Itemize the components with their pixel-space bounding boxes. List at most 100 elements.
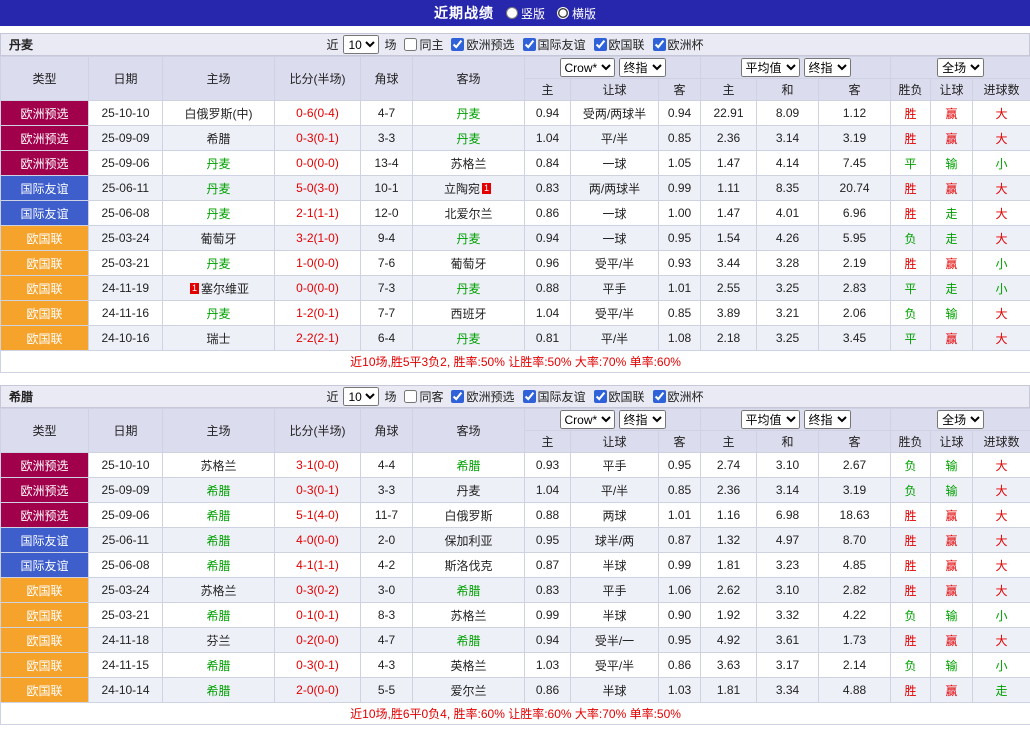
- average-odds: 2.67: [818, 452, 892, 478]
- handicap-odds: 平手: [570, 452, 659, 478]
- away-team: 苏格兰: [412, 150, 525, 176]
- average-select[interactable]: 平均值: [740, 58, 800, 77]
- away-team: 白俄罗斯: [412, 502, 525, 528]
- average-odds: 8.35: [756, 175, 820, 201]
- corners: 6-4: [360, 325, 413, 351]
- filter-checkbox-3[interactable]: 欧国联: [593, 388, 645, 405]
- filter-checkbox-input[interactable]: [652, 390, 666, 403]
- handicap-odds: 1.08: [657, 325, 702, 351]
- competition-badge: 欧洲预选: [0, 150, 89, 176]
- filter-checkbox-4[interactable]: 欧洲杯: [652, 388, 704, 405]
- result: 赢: [930, 677, 974, 703]
- average-stage-select[interactable]: 终指: [803, 58, 851, 77]
- corners: 9-4: [360, 225, 413, 251]
- match-date: 25-09-09: [88, 477, 163, 503]
- away-team: 保加利亚: [412, 527, 525, 553]
- filter-checkbox-2[interactable]: 国际友谊: [522, 36, 586, 53]
- column-subheader: 主: [524, 430, 571, 453]
- filter-checkbox-input[interactable]: [451, 38, 465, 51]
- recent-count-select[interactable]: 10: [343, 35, 380, 54]
- handicap-odds: 0.93: [524, 452, 571, 478]
- result: 输: [930, 477, 974, 503]
- column-header-score: 比分(半场): [274, 56, 361, 101]
- average-odds: 6.98: [756, 502, 820, 528]
- average-select[interactable]: 平均值: [740, 410, 800, 429]
- match-date: 25-06-11: [88, 175, 163, 201]
- average-odds: 1.47: [700, 150, 758, 176]
- filter-checkbox-input[interactable]: [652, 38, 666, 51]
- competition-badge: 国际友谊: [0, 552, 89, 578]
- competition-badge: 欧洲预选: [0, 100, 89, 126]
- filter-checkbox-0[interactable]: 同主: [404, 36, 443, 53]
- column-header-corners: 角球: [360, 408, 413, 453]
- layout-vertical-option[interactable]: 竖版: [505, 5, 545, 22]
- handicap-odds: 1.05: [657, 150, 702, 176]
- handicap-odds: 1.01: [657, 502, 702, 528]
- home-team: 希腊: [162, 552, 275, 578]
- vertical-radio[interactable]: [505, 7, 518, 19]
- filter-checkbox-input[interactable]: [593, 390, 607, 403]
- result: 胜: [890, 552, 932, 578]
- filter-checkbox-1[interactable]: 欧洲预选: [451, 388, 515, 405]
- handicap-odds: 受两/两球半: [570, 100, 659, 126]
- corners: 3-0: [360, 577, 413, 603]
- filter-checkbox-input[interactable]: [522, 390, 536, 403]
- bookmaker-select[interactable]: Crow*: [559, 410, 615, 429]
- result: 赢: [930, 100, 974, 126]
- filter-checkbox-1[interactable]: 欧洲预选: [451, 36, 515, 53]
- column-header-away: 客场: [412, 56, 525, 101]
- score: 4-1(1-1): [274, 552, 361, 578]
- result: 胜: [890, 677, 932, 703]
- filter-checkbox-input[interactable]: [404, 390, 418, 403]
- result: 输: [930, 150, 974, 176]
- result: 大: [972, 577, 1030, 603]
- handicap-odds: 受平/半: [570, 250, 659, 276]
- handicap-odds: 1.00: [657, 200, 702, 226]
- result: 大: [972, 552, 1030, 578]
- average-odds: 22.91: [700, 100, 758, 126]
- summary-text: 近10场,胜5平3负2, 胜率:50% 让胜率:50% 大率:70% 单率:60…: [0, 350, 1030, 373]
- average-stage-select[interactable]: 终指: [803, 410, 851, 429]
- average-odds: 1.11: [700, 175, 758, 201]
- away-team: 斯洛伐克: [412, 552, 525, 578]
- home-team: 瑞士: [162, 325, 275, 351]
- filter-checkbox-4[interactable]: 欧洲杯: [652, 36, 704, 53]
- average-odds: 8.70: [818, 527, 892, 553]
- competition-badge: 欧国联: [0, 225, 89, 251]
- filter-checkbox-3[interactable]: 欧国联: [593, 36, 645, 53]
- handicap-odds: 1.04: [524, 125, 571, 151]
- away-team: 立陶宛 1: [412, 175, 525, 201]
- home-team: 希腊: [162, 125, 275, 151]
- handicap-odds: 受平/半: [570, 652, 659, 678]
- layout-horizontal-option[interactable]: 横版: [557, 5, 596, 22]
- recent-count-select[interactable]: 10: [343, 387, 380, 406]
- horizontal-radio[interactable]: [557, 7, 569, 19]
- handicap-stage-select[interactable]: 终指: [618, 410, 666, 429]
- result: 大: [972, 527, 1030, 553]
- filter-checkbox-input[interactable]: [451, 390, 465, 403]
- filter-checkbox-input[interactable]: [404, 38, 418, 51]
- filter-checkbox-input[interactable]: [522, 38, 536, 51]
- period-select[interactable]: 全场: [937, 410, 985, 429]
- average-odds: 3.23: [756, 552, 820, 578]
- bookmaker-select[interactable]: Crow*: [559, 58, 615, 77]
- match-date: 25-03-21: [88, 250, 163, 276]
- average-odds: 4.01: [756, 200, 820, 226]
- handicap-stage-select[interactable]: 终指: [618, 58, 666, 77]
- filter-checkbox-0[interactable]: 同客: [404, 388, 443, 405]
- match-row: 欧洲预选 25-09-06 丹麦 0-0(0-0) 13-4 苏格兰 0.84 一球 1.05 1…: [0, 150, 1030, 176]
- result: 负: [890, 452, 932, 478]
- result: 赢: [930, 502, 974, 528]
- filter-checkbox-input[interactable]: [593, 38, 607, 51]
- average-odds: 3.25: [756, 275, 820, 301]
- filter-checkbox-2[interactable]: 国际友谊: [522, 388, 586, 405]
- column-header-date: 日期: [88, 408, 163, 453]
- handicap-odds: 0.94: [657, 100, 702, 126]
- average-odds: 3.34: [756, 677, 820, 703]
- team-name: 希腊: [9, 390, 34, 404]
- average-odds: 4.22: [818, 602, 892, 628]
- match-date: 24-10-14: [88, 677, 163, 703]
- period-select[interactable]: 全场: [937, 58, 985, 77]
- home-team: 苏格兰: [162, 452, 275, 478]
- filter-checkbox-label: 国际友谊: [537, 38, 586, 52]
